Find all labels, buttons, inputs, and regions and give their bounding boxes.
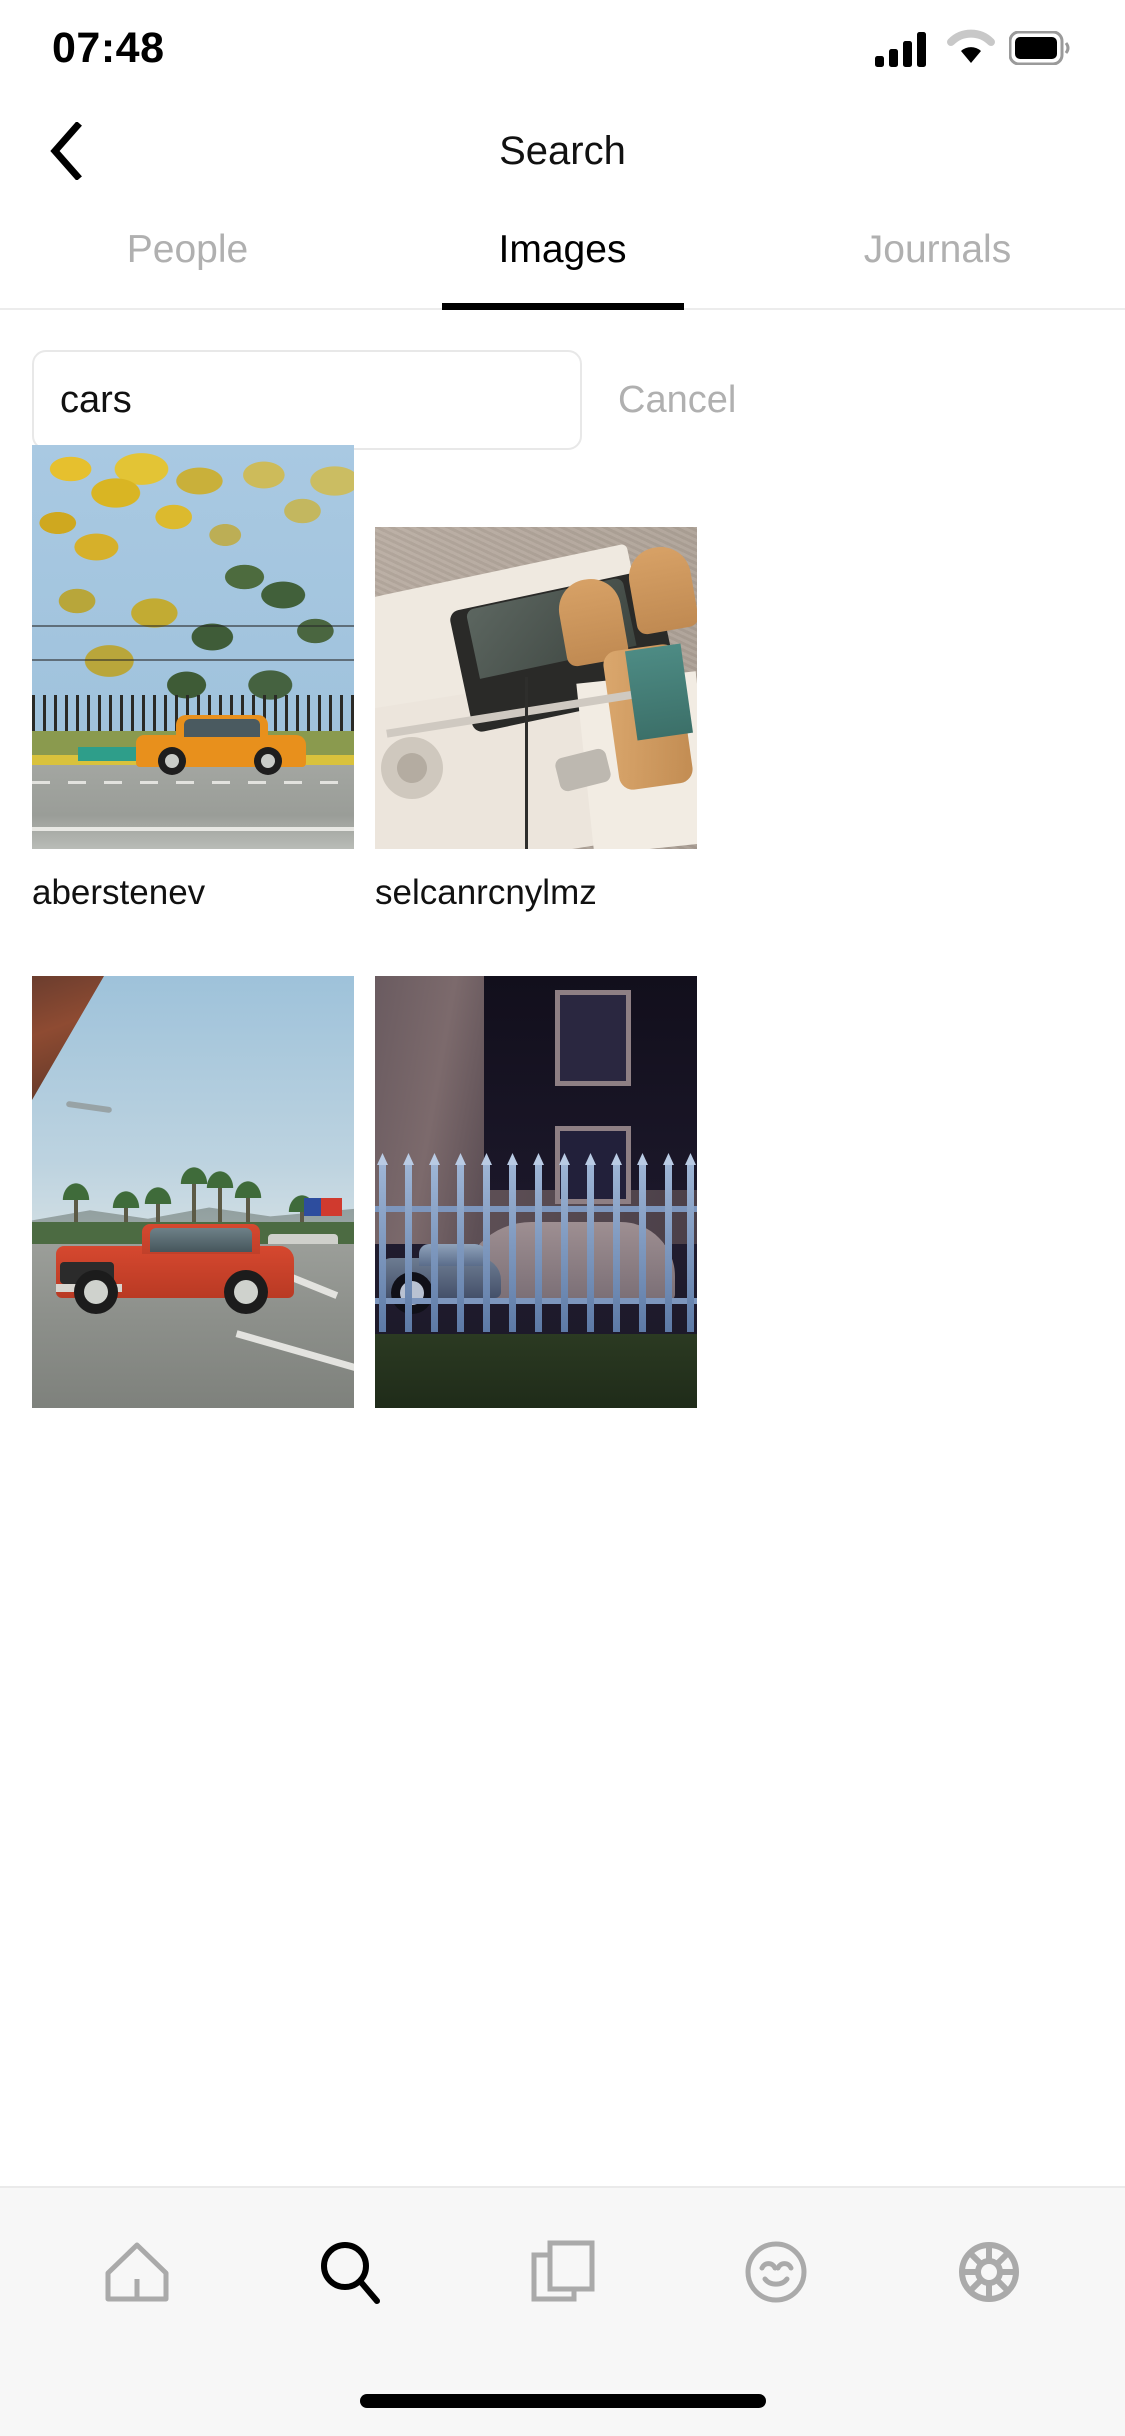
grid-column-right: selcanrcnylmz: [375, 527, 697, 1434]
app-screen: 07:48 Search People Images Journals cars…: [0, 0, 1125, 2436]
bottom-tab-bar: [0, 2186, 1125, 2436]
tab-people-label: People: [126, 228, 249, 271]
result-thumbnail[interactable]: [32, 976, 354, 1408]
tab-images-label: Images: [498, 228, 627, 271]
bottom-nav-wheel[interactable]: [919, 2222, 1059, 2322]
wifi-icon: [947, 29, 995, 63]
tab-journals-label: Journals: [863, 228, 1012, 271]
photo-billboard: [304, 1198, 342, 1216]
result-caption[interactable]: aberstenev: [32, 849, 354, 910]
back-button[interactable]: [26, 111, 106, 191]
image-result-card[interactable]: selcanrcnylmz: [375, 527, 697, 910]
cancel-button[interactable]: Cancel: [618, 379, 736, 422]
tab-people[interactable]: People: [0, 206, 375, 308]
photo-wire: [32, 659, 354, 661]
navigation-bar: Search: [0, 96, 1125, 206]
result-caption[interactable]: [32, 1408, 354, 1434]
photo-road: [32, 765, 354, 849]
layers-icon: [531, 2240, 594, 2302]
search-input[interactable]: cars: [32, 350, 582, 450]
photo-lawn: [375, 1334, 697, 1408]
status-time: 07:48: [52, 23, 165, 72]
grid-column-left: aberstenev: [32, 445, 354, 1434]
photo-red-mustang: [56, 1224, 294, 1314]
photo-wire: [32, 625, 354, 627]
bottom-nav-search[interactable]: [280, 2222, 420, 2322]
result-thumbnail[interactable]: [375, 527, 697, 849]
photo-lane-dashes: [32, 781, 354, 784]
image-result-card[interactable]: [32, 976, 354, 1434]
bottom-nav-layers[interactable]: [493, 2222, 633, 2322]
cellular-signal-icon: [875, 32, 926, 67]
chevron-left-icon: [50, 122, 82, 180]
photo-lane-line: [32, 827, 354, 831]
image-result-card[interactable]: [375, 976, 697, 1434]
page-title: Search: [499, 128, 626, 173]
result-caption[interactable]: [375, 1408, 697, 1434]
result-thumbnail[interactable]: [375, 976, 697, 1408]
result-thumbnail[interactable]: [32, 445, 354, 849]
image-results-grid[interactable]: aberstenev selcanrcnylmz: [0, 445, 1125, 2186]
tab-images[interactable]: Images: [375, 206, 750, 310]
photo-orange-car: [136, 715, 306, 775]
bottom-nav-smiley[interactable]: [706, 2222, 846, 2322]
tab-journals[interactable]: Journals: [750, 206, 1125, 308]
wheel-icon: [958, 2242, 1019, 2302]
photo-antenna: [525, 677, 528, 849]
photo-metal-fence: [375, 1162, 697, 1332]
search-icon: [320, 2242, 380, 2304]
home-indicator: [359, 2394, 766, 2408]
status-indicators: [875, 29, 1071, 67]
home-icon: [105, 2242, 168, 2302]
image-result-card[interactable]: aberstenev: [32, 445, 354, 910]
result-caption[interactable]: selcanrcnylmz: [375, 849, 697, 910]
battery-full-icon: [1009, 31, 1070, 65]
smiley-icon: [745, 2241, 806, 2303]
tab-active-underline: [441, 303, 684, 310]
bottom-nav-home[interactable]: [67, 2222, 207, 2322]
search-scope-tabs: People Images Journals: [0, 206, 1125, 310]
status-bar: 07:48: [0, 0, 1125, 96]
photo-window: [555, 990, 632, 1086]
